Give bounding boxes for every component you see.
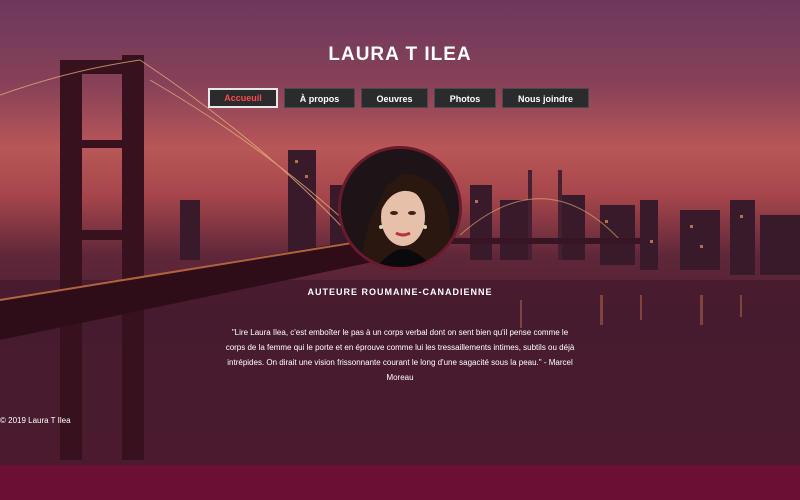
author-portrait [338, 146, 462, 270]
author-quote: "Lire Laura Ilea, c'est emboîter le pas … [225, 328, 575, 382]
main-nav: Accueuil À propos Oeuvres Photos Nous jo… [208, 88, 589, 108]
nav-item-photos[interactable]: Photos [434, 88, 496, 108]
nav-item-oeuvres[interactable]: Oeuvres [361, 88, 428, 108]
author-subtitle: AUTEURE ROUMAINE-CANADIENNE [307, 287, 493, 297]
site-title: LAURA T ILEA [328, 44, 472, 65]
footer-bar [0, 465, 800, 500]
nav-item-a-propos[interactable]: À propos [284, 88, 355, 108]
copyright-text: © 2019 Laura T Ilea [0, 416, 71, 425]
nav-item-nous-joindre[interactable]: Nous joindre [502, 88, 589, 108]
nav-item-accueil[interactable]: Accueuil [208, 88, 278, 108]
